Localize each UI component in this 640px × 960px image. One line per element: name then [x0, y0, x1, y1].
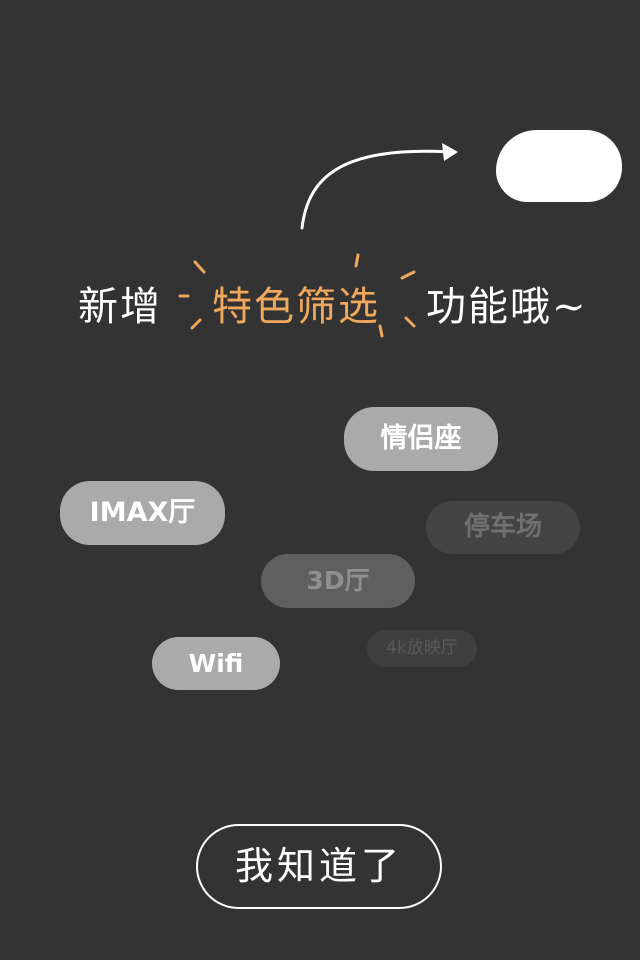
tag-parking: 停车场	[426, 501, 580, 554]
headline-prefix: 新增	[78, 284, 162, 330]
headline-highlight: 特色筛选	[212, 284, 380, 330]
filter-button-highlight[interactable]	[496, 130, 622, 202]
pointer-arrow-icon	[300, 143, 458, 230]
feature-announcement: 新增 特色筛选 功能哦~	[78, 272, 618, 332]
headline-suffix: 功能哦~	[426, 284, 588, 330]
tag-wifi: Wifi	[152, 637, 280, 690]
tag-lovers-seat: 情侣座	[344, 407, 498, 471]
got-it-button[interactable]: 我知道了	[196, 824, 442, 909]
tag-3d-hall: 3D厅	[261, 554, 415, 608]
tag-4k-hall: 4k放映厅	[367, 630, 477, 667]
tag-imax-hall: IMAX厅	[60, 481, 225, 545]
feature-guide-overlay: 新增 特色筛选 功能哦~ 情侣座 IMAX厅 停车场 3D厅 Wifi 4k放映…	[0, 0, 640, 960]
